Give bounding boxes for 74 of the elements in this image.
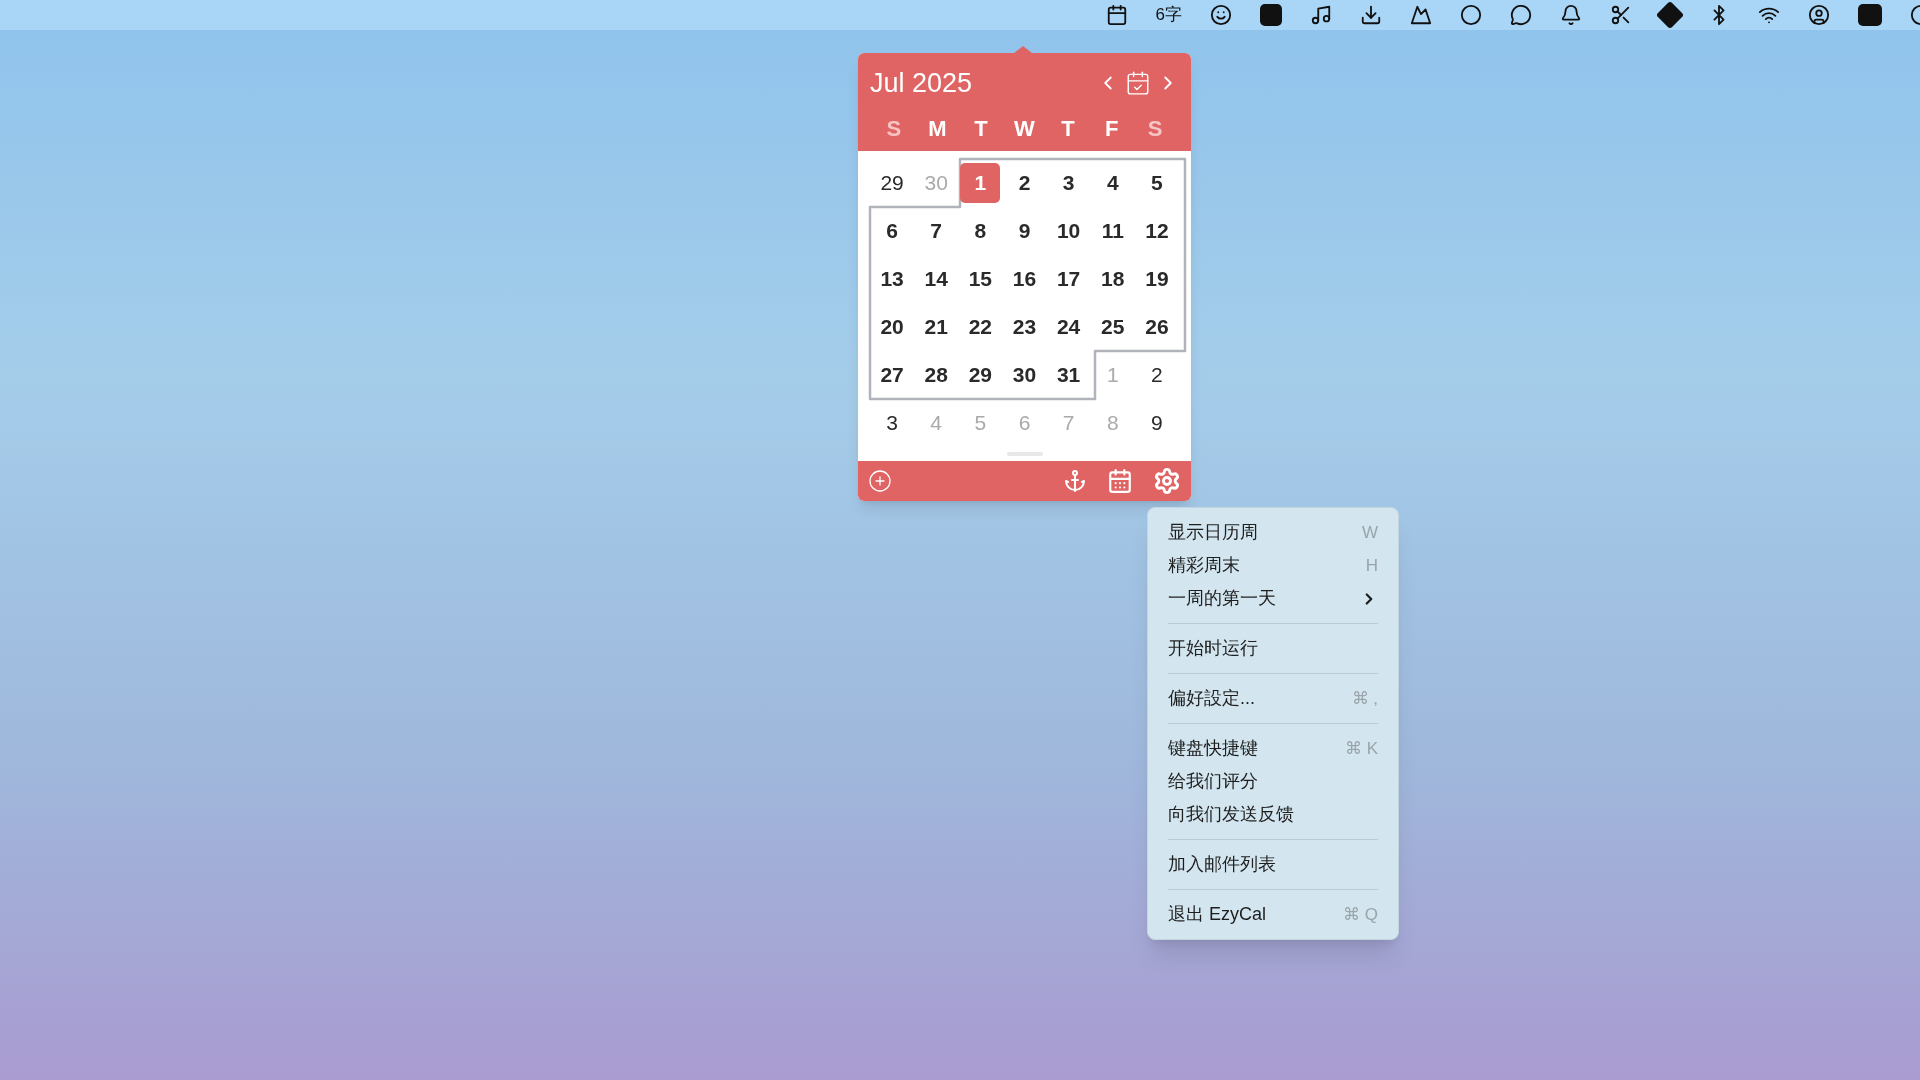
- weekday-label: F: [1103, 114, 1120, 143]
- day-cell[interactable]: 7: [916, 210, 957, 251]
- menu-item[interactable]: 一周的第一天: [1168, 582, 1378, 615]
- download-icon[interactable]: [1360, 4, 1382, 26]
- weekday-label: M: [927, 114, 948, 143]
- day-cell[interactable]: 12: [1136, 210, 1177, 251]
- mountain-icon[interactable]: [1410, 4, 1432, 26]
- day-cell[interactable]: 3: [872, 402, 913, 443]
- weekday-label: S: [1146, 114, 1164, 143]
- day-cell[interactable]: 3: [1048, 162, 1089, 203]
- menu-item[interactable]: 向我们发送反馈: [1168, 798, 1378, 831]
- day-cell[interactable]: 4: [1092, 162, 1133, 203]
- weekday-label: S: [885, 114, 903, 143]
- day-cell[interactable]: 30: [1004, 354, 1045, 395]
- menu-shortcut: ⌘ Q: [1343, 903, 1378, 926]
- menu-shortcut: ⌘ K: [1344, 737, 1378, 760]
- day-cell[interactable]: 8: [960, 210, 1001, 251]
- music-note-icon[interactable]: [1310, 4, 1332, 26]
- calendar-check-icon[interactable]: [1125, 70, 1151, 97]
- menu-shortcut: H: [1365, 554, 1378, 577]
- smiley-icon[interactable]: [1210, 4, 1232, 26]
- day-cell[interactable]: 5: [1136, 162, 1177, 203]
- menu-item[interactable]: 给我们评分: [1168, 765, 1378, 798]
- menu-item[interactable]: 显示日历周 W: [1168, 516, 1378, 549]
- day-cell[interactable]: 6: [872, 210, 913, 251]
- app-icon[interactable]: [1858, 4, 1882, 26]
- square-icon[interactable]: [1260, 4, 1282, 26]
- day-cell[interactable]: 19: [1136, 258, 1177, 299]
- bell-icon[interactable]: [1560, 4, 1582, 26]
- anchor-icon[interactable]: [1063, 468, 1087, 493]
- day-cell[interactable]: 11: [1092, 210, 1133, 251]
- day-cell[interactable]: 26: [1136, 306, 1177, 347]
- menu-shortcut: ⌘ ,: [1351, 687, 1378, 710]
- day-cell[interactable]: 29: [960, 354, 1001, 395]
- day-cell[interactable]: 15: [960, 258, 1001, 299]
- menu-item[interactable]: 退出 EzyCal ⌘ Q: [1168, 898, 1378, 931]
- menu-item[interactable]: 键盘快捷键 ⌘ K: [1168, 732, 1378, 765]
- calendar-icon[interactable]: [1105, 4, 1128, 26]
- add-icon[interactable]: [868, 468, 892, 493]
- menu-item[interactable]: 精彩周末 H: [1168, 549, 1378, 582]
- weekday-label: T: [1060, 114, 1076, 143]
- day-cell[interactable]: 9: [1004, 210, 1045, 251]
- day-cell[interactable]: 2: [1136, 354, 1177, 395]
- settings-icon[interactable]: [1153, 466, 1181, 495]
- day-cell[interactable]: 10: [1048, 210, 1089, 251]
- menu-item[interactable]: 偏好設定... ⌘ ,: [1168, 682, 1378, 715]
- day-cell[interactable]: 13: [872, 258, 913, 299]
- day-cell[interactable]: 17: [1048, 258, 1089, 299]
- day-cell[interactable]: 20: [872, 306, 913, 347]
- menu-shortcut: W: [1361, 521, 1378, 544]
- day-cell[interactable]: 14: [916, 258, 957, 299]
- weekday-label: T: [973, 114, 989, 143]
- circle-icon[interactable]: [1460, 4, 1482, 26]
- day-cell[interactable]: 28: [916, 354, 957, 395]
- day-cell[interactable]: 29: [872, 162, 913, 203]
- weekday-label: W: [1013, 114, 1036, 143]
- day-cell[interactable]: 25: [1092, 306, 1133, 347]
- day-cell[interactable]: 2: [1004, 162, 1045, 203]
- scissors-icon[interactable]: [1610, 4, 1632, 26]
- menu-item[interactable]: 开始时运行: [1168, 632, 1378, 665]
- day-cell[interactable]: 27: [872, 354, 913, 395]
- day-cell[interactable]: 18: [1092, 258, 1133, 299]
- month-title: Jul 2025: [870, 67, 973, 100]
- day-cell[interactable]: 22: [960, 306, 1001, 347]
- menu-item[interactable]: 加入邮件列表: [1168, 848, 1378, 881]
- day-cell[interactable]: 24: [1048, 306, 1089, 347]
- day-cell[interactable]: 16: [1004, 258, 1045, 299]
- day-cell[interactable]: 23: [1004, 306, 1045, 347]
- day-cell[interactable]: 9: [1136, 402, 1177, 443]
- user-icon[interactable]: [1808, 4, 1830, 26]
- day-cell[interactable]: 21: [916, 306, 957, 347]
- input-indicator[interactable]: 6字: [1155, 2, 1182, 28]
- day-cell[interactable]: 31: [1048, 354, 1089, 395]
- chat-bubble-icon[interactable]: [1510, 4, 1532, 26]
